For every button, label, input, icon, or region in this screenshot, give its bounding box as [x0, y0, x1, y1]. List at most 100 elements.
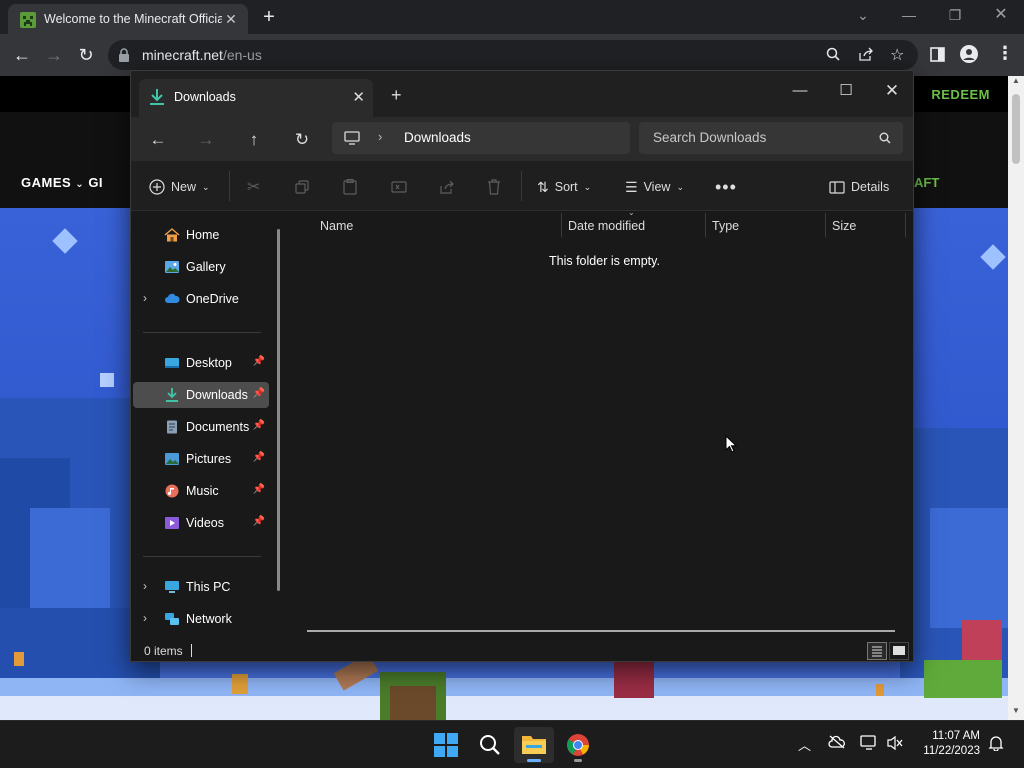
- back-arrow-icon[interactable]: ←: [145, 127, 171, 153]
- redeem-link[interactable]: REDEEM: [931, 87, 990, 102]
- games-menu-link[interactable]: GAMES ⌄ GI: [21, 175, 103, 190]
- horizontal-scrollbar[interactable]: [307, 630, 895, 632]
- forward-icon[interactable]: →: [42, 43, 66, 67]
- side-panel-icon[interactable]: [930, 47, 945, 62]
- chrome-tab-close-icon[interactable]: ✕: [224, 12, 238, 26]
- omnibox[interactable]: minecraft.net/en-us ☆: [108, 40, 918, 70]
- volume-muted-icon[interactable]: [886, 735, 904, 751]
- scroll-down-icon[interactable]: ▼: [1012, 706, 1020, 715]
- expand-chevron-icon[interactable]: ›: [143, 579, 147, 593]
- pin-icon[interactable]: 📌: [253, 484, 265, 495]
- rename-icon[interactable]: [391, 175, 407, 199]
- breadcrumb-downloads[interactable]: Downloads: [404, 130, 471, 145]
- more-options-icon[interactable]: •••: [715, 175, 737, 199]
- bookmark-star-icon[interactable]: ☆: [890, 45, 904, 65]
- taskbar-search-button[interactable]: [470, 727, 510, 763]
- cut-icon[interactable]: ✂: [247, 175, 260, 199]
- page-scrollbar-thumb[interactable]: [1012, 94, 1020, 164]
- zoom-search-icon[interactable]: [826, 47, 840, 61]
- this-pc-icon: [164, 580, 180, 594]
- search-input[interactable]: Search Downloads: [639, 122, 903, 154]
- chrome-minimize-button[interactable]: —: [886, 4, 932, 26]
- site-info-icon[interactable]: [118, 48, 130, 62]
- nav-item-pictures[interactable]: Pictures 📌: [133, 446, 269, 472]
- taskbar-chrome[interactable]: [558, 727, 598, 763]
- nav-item-documents[interactable]: Documents 📌: [133, 414, 269, 440]
- network-status-icon[interactable]: [860, 735, 878, 751]
- expand-chevron-icon[interactable]: ›: [143, 611, 147, 625]
- details-button[interactable]: Details: [829, 175, 889, 199]
- chrome-close-button[interactable]: ✕: [978, 4, 1024, 26]
- chrome-restore-button[interactable]: ❐: [932, 4, 978, 26]
- navigation-pane-scrollbar[interactable]: [277, 229, 280, 591]
- column-header-name[interactable]: Name: [320, 219, 353, 233]
- notifications-bell-icon[interactable]: [988, 735, 1004, 751]
- pin-icon[interactable]: 📌: [253, 516, 265, 527]
- scroll-up-icon[interactable]: ▲: [1012, 76, 1020, 85]
- share-icon[interactable]: [858, 47, 874, 61]
- expand-chevron-icon[interactable]: ›: [143, 291, 147, 305]
- view-button[interactable]: ☰ View ⌄: [625, 175, 684, 199]
- file-list-pane[interactable]: Name ⌄ Date modified Type Size This fold…: [289, 208, 913, 641]
- pin-icon[interactable]: 📌: [253, 356, 265, 367]
- pin-icon[interactable]: 📌: [253, 388, 265, 399]
- nav-label-home: Home: [186, 228, 220, 242]
- column-header-type[interactable]: Type: [712, 219, 739, 233]
- search-icon: [480, 735, 500, 755]
- delete-icon[interactable]: [487, 175, 501, 199]
- explorer-tab-close-icon[interactable]: ✕: [352, 88, 365, 106]
- column-header-date-modified[interactable]: Date modified: [568, 219, 645, 233]
- start-button[interactable]: [426, 727, 466, 763]
- nav-label-music: Music: [186, 484, 219, 498]
- pin-icon[interactable]: 📌: [253, 420, 265, 431]
- chrome-menu-icon[interactable]: ⋮: [996, 43, 1014, 64]
- nav-item-videos[interactable]: Videos 📌: [133, 510, 269, 536]
- music-icon: [164, 484, 180, 498]
- address-bar[interactable]: › Downloads: [332, 122, 630, 154]
- explorer-minimize-button[interactable]: —: [777, 77, 823, 105]
- back-icon[interactable]: ←: [10, 43, 34, 67]
- chrome-tab-search-icon[interactable]: ⌄: [840, 4, 886, 26]
- this-pc-icon[interactable]: [344, 131, 360, 145]
- nav-item-desktop[interactable]: Desktop 📌: [133, 350, 269, 376]
- navigation-pane: Home Gallery › OneDrive Desktop 📌 Downlo…: [131, 211, 289, 641]
- chrome-new-tab-button[interactable]: +: [258, 6, 280, 28]
- forward-arrow-icon[interactable]: →: [193, 127, 219, 153]
- explorer-new-tab-button[interactable]: +: [391, 85, 402, 106]
- sort-button[interactable]: ⇅ Sort ⌄: [537, 175, 591, 199]
- nav-item-this-pc[interactable]: › This PC: [133, 574, 269, 600]
- reload-icon[interactable]: ↻: [74, 43, 98, 67]
- taskbar-file-explorer[interactable]: [514, 727, 554, 763]
- system-clock[interactable]: 11:07 AM 11/22/2023: [923, 729, 980, 759]
- url-domain: minecraft.net: [142, 47, 223, 63]
- breadcrumb-chevron-icon[interactable]: ›: [378, 129, 382, 144]
- profile-avatar-icon[interactable]: [960, 45, 978, 63]
- nav-item-downloads[interactable]: Downloads 📌: [133, 382, 269, 408]
- explorer-maximize-button[interactable]: ☐: [823, 77, 869, 105]
- nav-item-home[interactable]: Home: [133, 222, 269, 248]
- explorer-close-button[interactable]: ✕: [869, 77, 915, 105]
- download-icon: [164, 388, 180, 402]
- nav-item-network[interactable]: › Network: [133, 606, 269, 632]
- details-view-toggle-icon[interactable]: [867, 642, 887, 660]
- show-hidden-icons-chevron-icon[interactable]: ︿: [798, 735, 811, 754]
- download-icon: [149, 88, 165, 106]
- refresh-icon[interactable]: ↻: [289, 127, 315, 153]
- pin-icon[interactable]: 📌: [253, 452, 265, 463]
- nav-item-onedrive[interactable]: › OneDrive: [133, 286, 269, 312]
- nav-item-music[interactable]: Music 📌: [133, 478, 269, 504]
- nav-label-network: Network: [186, 612, 232, 626]
- nav-item-gallery[interactable]: Gallery: [133, 254, 269, 280]
- copy-icon[interactable]: [295, 175, 309, 199]
- share-icon[interactable]: [439, 175, 455, 199]
- chrome-tab-minecraft[interactable]: Welcome to the Minecraft Official Site |…: [8, 4, 248, 34]
- nav-label-pictures: Pictures: [186, 452, 232, 466]
- column-header-size[interactable]: Size: [832, 219, 856, 233]
- paste-icon[interactable]: [343, 175, 357, 199]
- up-arrow-icon[interactable]: ↑: [241, 127, 267, 153]
- cloud-offline-icon[interactable]: [828, 735, 846, 749]
- explorer-tab-downloads[interactable]: Downloads ✕: [139, 79, 373, 117]
- new-button[interactable]: New ⌄: [149, 175, 210, 199]
- tiles-view-toggle-icon[interactable]: [889, 642, 909, 660]
- page-scrollbar[interactable]: ▲ ▼: [1008, 76, 1024, 720]
